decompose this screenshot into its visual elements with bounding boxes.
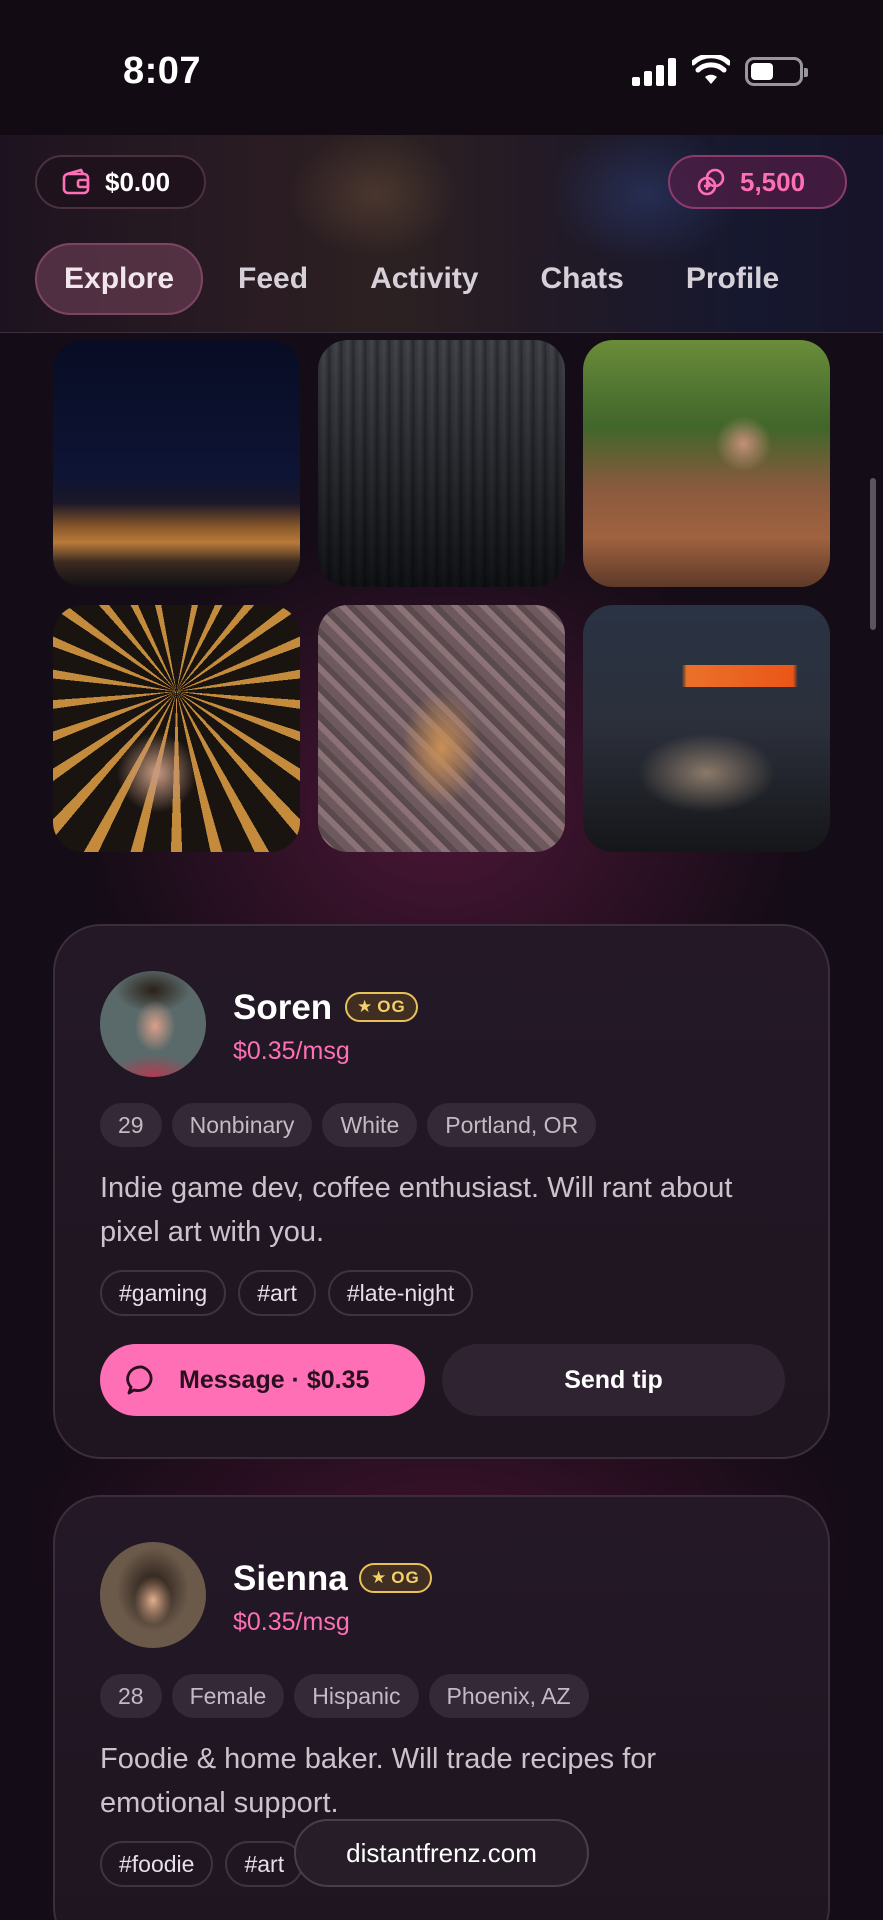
interest-tags: #gaming #art #late-night	[100, 1270, 485, 1316]
tab-chats[interactable]: Chats	[513, 243, 650, 315]
message-button-label: Message · $0.35	[179, 1365, 370, 1394]
og-badge: ★ OG	[345, 992, 418, 1022]
profile-name: Soren	[233, 988, 333, 1027]
app-header: $0.00 5,500 Explore Feed Activity Chats …	[0, 135, 883, 333]
status-bar: 8:07	[0, 0, 883, 135]
tag-late-night[interactable]: #late-night	[327, 1270, 474, 1316]
night-desert-photo[interactable]	[53, 340, 300, 587]
message-price: $0.35/msg	[233, 1037, 350, 1065]
location-chip: Portland, OR	[427, 1103, 597, 1147]
chat-bubble-icon	[126, 1365, 153, 1395]
wallet-amount: $0.00	[105, 166, 171, 197]
ethnicity-chip: White	[322, 1103, 418, 1147]
profile-bio: Foodie & home baker. Will trade recipes …	[100, 1743, 657, 1819]
tab-feed[interactable]: Feed	[211, 243, 335, 315]
main-tabs: Explore Feed Activity Chats Profile	[35, 243, 814, 315]
puppy-photo[interactable]	[318, 605, 565, 852]
tab-activity[interactable]: Activity	[343, 243, 505, 315]
url-bar[interactable]: distantfrenz.com	[294, 1819, 589, 1887]
profile-bio: Indie game dev, coffee enthusiast. Will …	[100, 1172, 733, 1248]
star-icon: ★	[371, 1568, 388, 1587]
wallet-balance-button[interactable]: $0.00	[35, 155, 206, 209]
sombrero-selfie-photo[interactable]	[53, 605, 300, 852]
gender-chip: Female	[171, 1674, 285, 1718]
gender-chip: Nonbinary	[171, 1103, 313, 1147]
badge-label: OG	[377, 997, 406, 1016]
points-amount: 5,500	[740, 166, 806, 197]
wallet-icon	[62, 168, 90, 195]
tab-explore[interactable]: Explore	[35, 243, 204, 315]
location-chip: Phoenix, AZ	[428, 1674, 589, 1718]
profile-card[interactable]: Soren ★ OG $0.35/msg 29 Nonbinary White …	[53, 924, 830, 1459]
interest-tags: #foodie #art	[100, 1841, 315, 1887]
battery-icon	[745, 57, 808, 86]
profile-name: Sienna	[233, 1559, 348, 1598]
og-badge: ★ OG	[359, 1563, 432, 1593]
ethnicity-chip: Hispanic	[294, 1674, 419, 1718]
avatar[interactable]	[100, 1542, 206, 1648]
profile-chips: 28 Female Hispanic Phoenix, AZ	[100, 1674, 599, 1718]
sleeping-cat-photo[interactable]	[583, 605, 830, 852]
tag-art[interactable]: #art	[225, 1841, 304, 1887]
tag-gaming[interactable]: #gaming	[100, 1270, 227, 1316]
message-button[interactable]: Message · $0.35	[100, 1344, 425, 1416]
avatar[interactable]	[100, 971, 206, 1077]
points-balance-button[interactable]: 5,500	[668, 155, 847, 209]
age-chip: 29	[100, 1103, 162, 1147]
star-icon: ★	[357, 997, 374, 1016]
coins-icon	[697, 168, 725, 196]
wifi-icon	[692, 55, 730, 84]
hiker-photo[interactable]	[583, 340, 830, 587]
age-chip: 28	[100, 1674, 162, 1718]
skyscraper-photo[interactable]	[318, 340, 565, 587]
profile-chips: 29 Nonbinary White Portland, OR	[100, 1103, 606, 1147]
cellular-signal-icon	[632, 58, 676, 86]
scrollbar[interactable]	[870, 478, 876, 630]
tag-foodie[interactable]: #foodie	[100, 1841, 214, 1887]
status-time: 8:07	[123, 50, 202, 92]
badge-label: OG	[391, 1568, 420, 1587]
send-tip-button[interactable]: Send tip	[442, 1344, 785, 1416]
tag-art[interactable]: #art	[238, 1270, 316, 1316]
tab-profile[interactable]: Profile	[659, 243, 806, 315]
message-price: $0.35/msg	[233, 1608, 350, 1636]
